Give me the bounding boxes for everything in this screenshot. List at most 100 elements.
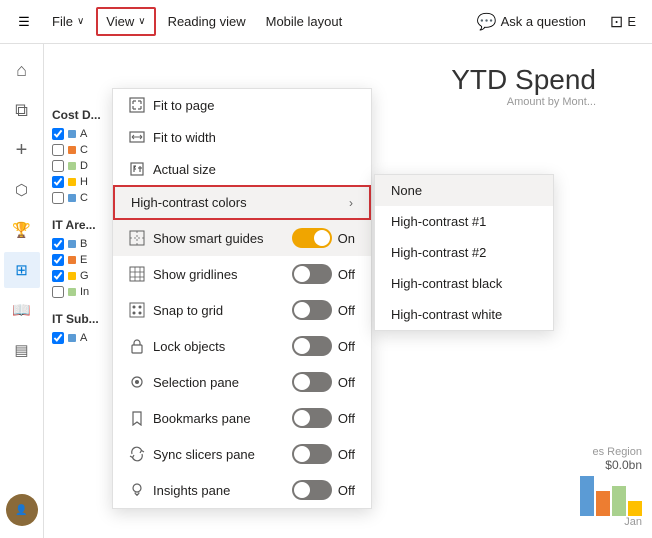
toggle-knob-selection — [294, 374, 310, 390]
menu-item-fit-width[interactable]: Fit to width — [113, 121, 371, 153]
menu-item-actual-size[interactable]: Actual size — [113, 153, 371, 185]
sidebar-book-icon[interactable]: 📖 — [4, 292, 40, 328]
submenu-item-hc1[interactable]: High-contrast #1 — [375, 206, 553, 237]
mobile-layout-label: Mobile layout — [266, 14, 343, 29]
menu-item-smart-guides[interactable]: Show smart guides On — [113, 220, 371, 256]
file-label: File — [52, 14, 73, 29]
insights-toggle-container: Off — [292, 480, 355, 500]
content-area: YTD Spend Amount by Mont... Cost D... A … — [44, 44, 652, 538]
menu-item-selection-pane[interactable]: Selection pane Off — [113, 364, 371, 400]
bookmarks-icon — [129, 410, 145, 426]
sidebar-home-icon[interactable]: ⌂ — [4, 52, 40, 88]
high-contrast-chevron-icon: › — [349, 196, 353, 210]
menu-item-insights-pane[interactable]: Insights pane Off — [113, 472, 371, 508]
snap-grid-toggle-container: Off — [292, 300, 355, 320]
smart-guides-label: Show smart guides — [153, 231, 264, 246]
filter-label-h: H — [80, 176, 88, 188]
filter-checkbox-d[interactable] — [52, 160, 64, 172]
smart-guides-icon — [129, 230, 145, 246]
toolbar-right: 💬 Ask a question ⊡ E — [469, 7, 644, 37]
insights-label: Insights pane — [153, 483, 230, 498]
filter-checkbox-sub-a[interactable] — [52, 332, 64, 344]
filter-checkbox-in[interactable] — [52, 286, 64, 298]
selection-toggle[interactable] — [292, 372, 332, 392]
submenu-item-hc-black[interactable]: High-contrast black — [375, 268, 553, 299]
ask-question-button[interactable]: 💬 Ask a question — [469, 7, 594, 37]
sidebar-add-icon[interactable]: + — [4, 132, 40, 168]
snap-grid-toggle[interactable] — [292, 300, 332, 320]
gridlines-toggle[interactable] — [292, 264, 332, 284]
hamburger-icon: ☰ — [18, 14, 30, 30]
submenu-item-hc-white[interactable]: High-contrast white — [375, 299, 553, 330]
insights-toggle[interactable] — [292, 480, 332, 500]
filter-label-c1: C — [80, 144, 88, 156]
chart-month-label: Jan — [580, 516, 642, 528]
mobile-layout-button[interactable]: Mobile layout — [258, 9, 351, 34]
bookmarks-toggle[interactable] — [292, 408, 332, 428]
filter-checkbox-h[interactable] — [52, 176, 64, 188]
color-dot-b — [68, 240, 76, 248]
sync-slicers-toggle[interactable] — [292, 444, 332, 464]
sync-slicers-icon — [129, 446, 145, 462]
sidebar-trophy-icon[interactable]: 🏆 — [4, 212, 40, 248]
color-dot-g — [68, 272, 76, 280]
hamburger-button[interactable]: ☰ — [8, 6, 40, 38]
submenu-none-label: None — [391, 183, 422, 198]
chart-bar-yellow — [628, 501, 642, 516]
file-menu-button[interactable]: File ∨ — [44, 9, 92, 34]
view-label: View — [106, 14, 134, 29]
gridlines-toggle-container: Off — [292, 264, 355, 284]
menu-item-show-gridlines[interactable]: Show gridlines Off — [113, 256, 371, 292]
lock-toggle-container: Off — [292, 336, 355, 356]
selection-icon — [129, 374, 145, 390]
color-dot-c1 — [68, 146, 76, 154]
selection-toggle-container: Off — [292, 372, 355, 392]
color-dot-c2 — [68, 194, 76, 202]
sidebar-pages-icon[interactable]: ⧉ — [4, 92, 40, 128]
lock-toggle-label: Off — [338, 339, 355, 354]
submenu-hc2-label: High-contrast #2 — [391, 245, 486, 260]
menu-item-fit-page[interactable]: Fit to page — [113, 89, 371, 121]
gridlines-label: Show gridlines — [153, 267, 238, 282]
lock-toggle[interactable] — [292, 336, 332, 356]
user-avatar[interactable]: 👤 — [6, 494, 38, 526]
menu-item-high-contrast[interactable]: High-contrast colors › — [113, 185, 371, 220]
menu-item-sync-slicers[interactable]: Sync slicers pane Off — [113, 436, 371, 472]
chart-bar-green — [612, 486, 626, 516]
sidebar-bottom: 👤 — [2, 490, 42, 530]
filter-checkbox-b[interactable] — [52, 238, 64, 250]
color-dot-d — [68, 162, 76, 170]
snap-grid-label: Snap to grid — [153, 303, 223, 318]
chart-value: $0.0bn — [580, 458, 642, 472]
filter-checkbox-c2[interactable] — [52, 192, 64, 204]
sidebar-visuals-icon[interactable]: ⊞ — [4, 252, 40, 288]
sync-slicers-toggle-label: Off — [338, 447, 355, 462]
smart-guides-toggle[interactable] — [292, 228, 332, 248]
menu-item-lock-objects[interactable]: Lock objects Off — [113, 328, 371, 364]
submenu-item-hc2[interactable]: High-contrast #2 — [375, 237, 553, 268]
reading-view-button[interactable]: Reading view — [160, 9, 254, 34]
menu-item-bookmarks-pane[interactable]: Bookmarks pane Off — [113, 400, 371, 436]
filter-label-g: G — [80, 270, 89, 282]
smart-guides-toggle-container: On — [292, 228, 355, 248]
lock-label: Lock objects — [153, 339, 225, 354]
sidebar-format-icon[interactable]: ▤ — [4, 332, 40, 368]
fit-page-icon — [129, 97, 145, 113]
filter-checkbox-c1[interactable] — [52, 144, 64, 156]
filter-checkbox-g[interactable] — [52, 270, 64, 282]
sync-slicers-label: Sync slicers pane — [153, 447, 255, 462]
fit-page-label: Fit to page — [153, 98, 214, 113]
sidebar-data-icon[interactable]: ⬡ — [4, 172, 40, 208]
view-menu-button[interactable]: View ∨ — [96, 7, 155, 36]
filter-checkbox-e[interactable] — [52, 254, 64, 266]
chat-icon: 💬 — [477, 12, 497, 32]
menu-item-snap-to-grid[interactable]: Snap to grid Off — [113, 292, 371, 328]
toggle-knob-sync — [294, 446, 310, 462]
edit-button[interactable]: ⊡ E — [602, 7, 644, 37]
filter-checkbox-a[interactable] — [52, 128, 64, 140]
submenu-item-none[interactable]: None — [375, 175, 553, 206]
fit-width-label: Fit to width — [153, 130, 216, 145]
sync-slicers-toggle-container: Off — [292, 444, 355, 464]
fit-width-icon — [129, 129, 145, 145]
edit-icon: ⊡ — [610, 12, 623, 32]
